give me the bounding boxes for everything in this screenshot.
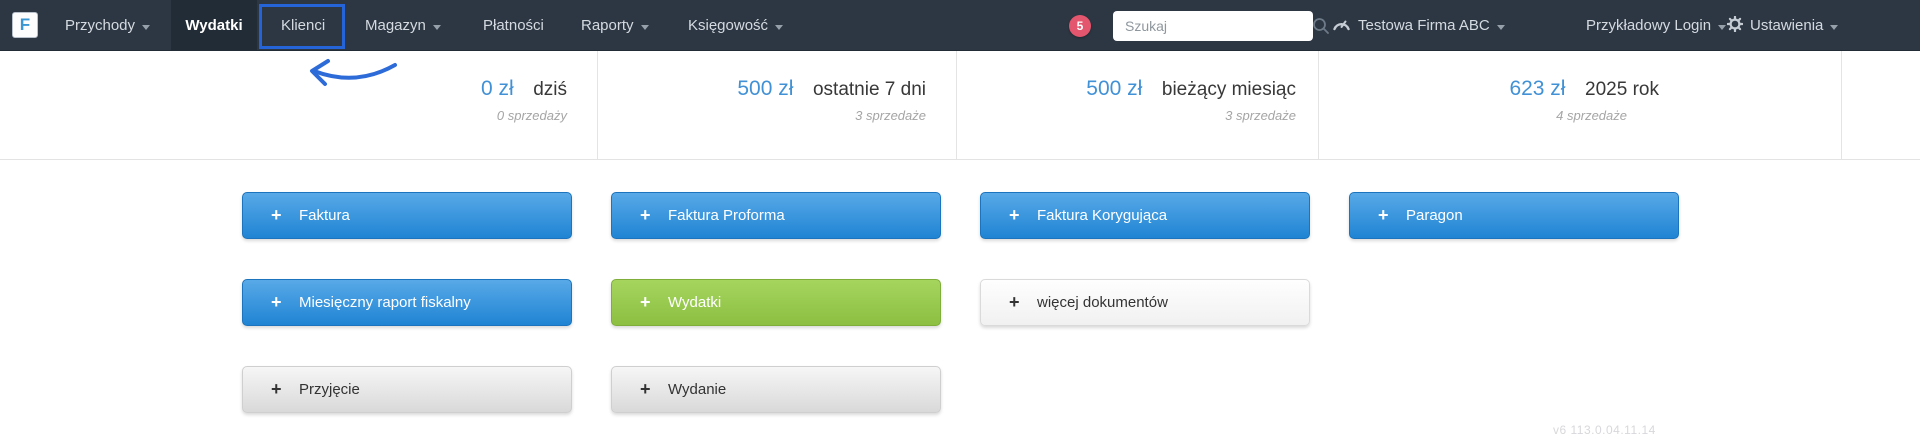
notification-count: 5 [1076,19,1084,33]
nav-item-label: Płatności [483,17,544,34]
sales-summary-bar: 0 zł dziś 0 sprzedaży 500 zł ostatnie 7 … [0,51,1920,160]
caret-down-icon [1496,24,1505,30]
stat-label: bieżący miesiąc [1161,79,1296,100]
settings-menu[interactable]: Ustawienia [1726,0,1839,51]
caret-down-icon [775,24,784,30]
plus-icon: + [1378,205,1389,225]
user-menu[interactable]: Przykładowy Login [1586,0,1727,51]
caret-down-icon [142,24,151,30]
version-watermark: v6 113.0.04.11.14 [1553,423,1656,437]
stat-label: dziś [533,79,567,100]
caret-down-icon [640,24,649,30]
miesieczny-raport-fiskalny-button[interactable]: + Miesięczny raport fiskalny [242,279,572,326]
przyjecie-button[interactable]: + Przyjęcie [242,366,572,413]
nav-item-magazyn[interactable]: Magazyn [365,0,441,51]
nav-item-platnosci[interactable]: Płatności [483,0,544,51]
search-icon[interactable] [1312,13,1330,39]
user-name: Przykładowy Login [1586,17,1712,34]
search-input[interactable] [1113,18,1312,34]
stat-cell-current-month: 500 zł bieżący miesiąc 3 sprzedaże [957,51,1319,159]
button-label: Faktura Korygująca [1037,207,1168,224]
logo-letter: F [19,15,31,34]
nav-item-ksiegowosc[interactable]: Księgowość [688,0,784,51]
button-label: Wydanie [668,381,727,398]
top-nav: F Przychody Wydatki Klienci Magazyn Płat… [0,0,1920,51]
plus-icon: + [1009,205,1020,225]
gear-icon [1726,15,1744,36]
plus-icon: + [640,292,651,312]
settings-label: Ustawienia [1750,17,1824,34]
button-label: Miesięczny raport fiskalny [299,294,471,311]
stat-cell-today: 0 zł dziś 0 sprzedaży [0,51,598,159]
plus-icon: + [640,379,651,399]
nav-item-label: Przychody [65,17,136,34]
gauge-icon [1332,16,1351,35]
nav-item-label: Wydatki [185,17,243,34]
faktura-korygujaca-button[interactable]: + Faktura Korygująca [980,192,1310,239]
notification-badge[interactable]: 5 [1069,15,1091,37]
faktura-proforma-button[interactable]: + Faktura Proforma [611,192,941,239]
wiecej-dokumentow-button[interactable]: + więcej dokumentów [980,279,1310,326]
stat-subtext: 3 sprzedaże [1225,108,1296,123]
paragon-button[interactable]: + Paragon [1349,192,1679,239]
plus-icon: + [271,379,282,399]
stat-cell-last-7-days: 500 zł ostatnie 7 dni 3 sprzedaże [598,51,957,159]
button-label: Wydatki [668,294,722,311]
nav-item-raporty[interactable]: Raporty [581,0,649,51]
nav-item-label: Magazyn [365,17,426,34]
nav-item-label: Raporty [581,17,634,34]
nav-item-label: Księgowość [688,17,769,34]
stat-subtext: 4 sprzedaże [1556,108,1627,123]
button-label: Przyjęcie [299,381,360,398]
stat-label: ostatnie 7 dni [812,79,926,100]
nav-item-klienci[interactable]: Klienci [281,0,325,51]
plus-icon: + [271,205,282,225]
button-label: Faktura Proforma [668,207,785,224]
caret-down-icon [1830,24,1839,30]
plus-icon: + [640,205,651,225]
stat-label: 2025 rok [1585,79,1659,100]
caret-down-icon [432,24,441,30]
wydatki-button[interactable]: + Wydatki [611,279,941,326]
company-name: Testowa Firma ABC [1358,17,1490,34]
nav-item-label: Klienci [281,17,326,34]
stat-subtext: 3 sprzedaże [855,108,926,123]
stat-cell-year-2025: 623 zł 2025 rok 4 sprzedaże [1319,51,1842,159]
plus-icon: + [1009,292,1020,312]
button-label: Paragon [1406,207,1463,224]
stat-value: 623 zł [1509,77,1566,100]
stat-subtext: 0 sprzedaży [496,108,567,123]
plus-icon: + [271,292,282,312]
nav-item-wydatki[interactable]: Wydatki [171,0,257,51]
company-menu[interactable]: Testowa Firma ABC [1332,0,1505,51]
stat-value: 500 zł [737,77,794,100]
app-logo[interactable]: F [12,12,38,38]
button-label: więcej dokumentów [1037,294,1168,311]
faktura-button[interactable]: + Faktura [242,192,572,239]
button-label: Faktura [299,207,350,224]
nav-item-przychody[interactable]: Przychody [65,0,151,51]
wydanie-button[interactable]: + Wydanie [611,366,941,413]
stat-value: 500 zł [1086,77,1143,100]
dashboard-page: F Przychody Wydatki Klienci Magazyn Płat… [0,0,1920,438]
search-box [1113,11,1329,41]
stat-value: 0 zł [480,77,514,100]
caret-down-icon [1718,24,1727,30]
